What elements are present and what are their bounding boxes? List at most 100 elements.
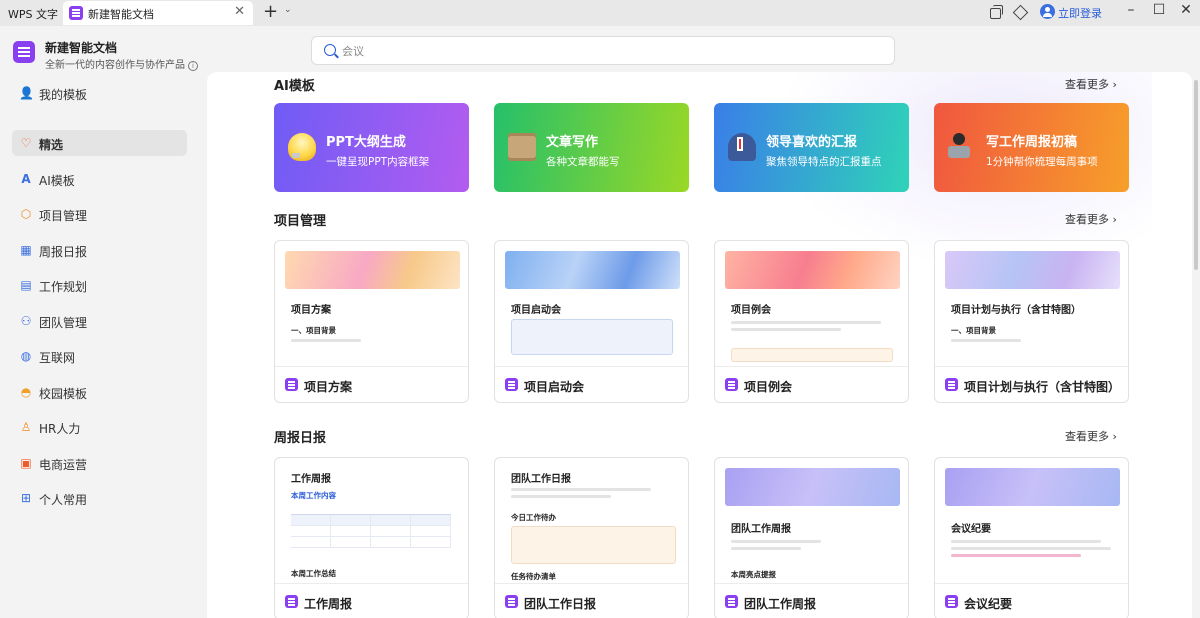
preview-line bbox=[731, 540, 821, 543]
sidebar-item-hr[interactable]: ♙ HR人力 bbox=[12, 414, 187, 440]
template-card-work-weekly[interactable]: 工作周报 本周工作内容 本周工作总结 工作周报 bbox=[274, 457, 469, 618]
tab-label: 新建智能文档 bbox=[88, 8, 154, 21]
preview-line bbox=[951, 554, 1081, 557]
sidebar-item-campus-templates[interactable]: ◓ 校园模板 bbox=[12, 379, 187, 405]
ai-icon: A bbox=[21, 172, 31, 186]
template-card-team-weekly[interactable]: 团队工作周报 本周亮点提报 团队工作周报 bbox=[714, 457, 909, 618]
header: 新建智能文档 全新一代的内容创作与协作产品 i bbox=[0, 26, 1200, 72]
sidebar-item-label: 团队管理 bbox=[39, 316, 88, 330]
preview-title: 工作周报 bbox=[291, 474, 331, 485]
preview-banner-image bbox=[285, 251, 460, 289]
cube-icon[interactable] bbox=[1013, 5, 1027, 19]
template-card-project-gantt[interactable]: 项目计划与执行（含甘特图） 一、项目背景 项目计划与执行（含甘特图） bbox=[934, 240, 1129, 403]
window-copy-icon[interactable] bbox=[988, 5, 1003, 19]
document-icon bbox=[725, 595, 738, 608]
preview-footer-heading: 本周工作总结 bbox=[291, 569, 336, 578]
card-footer: 团队工作日报 bbox=[495, 583, 688, 618]
card-footer: 项目方案 bbox=[275, 366, 468, 402]
preview-line bbox=[511, 488, 651, 491]
main-panel: AI模板 查看更多 › PPT大纲生成 一键呈现PPT内容框架 文章写作 各种文… bbox=[207, 72, 1192, 618]
tab-close-icon[interactable]: ✕ bbox=[234, 4, 245, 19]
card-footer: 会议纪要 bbox=[935, 583, 1128, 618]
card-label: 项目启动会 bbox=[524, 380, 585, 394]
document-icon bbox=[945, 595, 958, 608]
search-input[interactable] bbox=[342, 42, 882, 60]
preview-heading: 本周工作内容 bbox=[291, 491, 336, 500]
sidebar-item-internet[interactable]: ◍ 互联网 bbox=[12, 343, 187, 369]
preview-line bbox=[291, 339, 361, 342]
preview-note-box bbox=[511, 319, 673, 355]
sidebar-item-personal[interactable]: ⊞ 个人常用 bbox=[12, 485, 187, 511]
template-preview: 项目启动会 bbox=[505, 251, 680, 366]
cube-icon: ⬡ bbox=[20, 207, 32, 221]
sidebar-item-ai-templates[interactable]: A AI模板 bbox=[12, 166, 187, 192]
ai-card-leader-report[interactable]: 领导喜欢的汇报 聚焦领导特点的汇报重点 bbox=[714, 103, 909, 192]
ai-card-weekly-draft[interactable]: 写工作周报初稿 1分钟帮你梳理每周事项 bbox=[934, 103, 1129, 192]
preview-note-box bbox=[731, 348, 893, 362]
preview-banner-image bbox=[725, 468, 900, 506]
lightbulb-icon bbox=[288, 133, 316, 161]
scrollbar-thumb[interactable] bbox=[1194, 80, 1198, 270]
template-preview: 工作周报 本周工作内容 本周工作总结 bbox=[285, 468, 460, 583]
preview-title: 项目例会 bbox=[731, 305, 771, 316]
search-icon bbox=[324, 44, 336, 56]
card-label: 会议纪要 bbox=[964, 597, 1013, 611]
card-label: 团队工作周报 bbox=[744, 597, 817, 611]
preview-line bbox=[951, 540, 1101, 543]
chevron-down-icon[interactable]: ⌄ bbox=[284, 5, 292, 15]
template-card-team-daily[interactable]: 团队工作日报 今日工作待办 任务待办清单 团队工作日报 bbox=[494, 457, 689, 618]
maximize-button[interactable]: ☐ bbox=[1149, 2, 1169, 18]
sidebar-item-work-planning[interactable]: ▤ 工作规划 bbox=[12, 272, 187, 298]
see-more-weekly-link[interactable]: 查看更多 › bbox=[1065, 428, 1117, 444]
ai-card-article-writing[interactable]: 文章写作 各种文章都能写 bbox=[494, 103, 689, 192]
sidebar-item-project-management[interactable]: ⬡ 项目管理 bbox=[12, 201, 187, 227]
ai-card-subtitle: 1分钟帮你梳理每周事项 bbox=[986, 156, 1098, 168]
sidebar-item-my-templates[interactable]: 👤 我的模板 bbox=[12, 80, 187, 106]
preview-heading: 一、项目背景 bbox=[291, 326, 336, 335]
card-footer: 项目计划与执行（含甘特图） bbox=[935, 366, 1128, 402]
sidebar-item-label: 精选 bbox=[39, 138, 64, 152]
template-preview: 项目计划与执行（含甘特图） 一、项目背景 bbox=[945, 251, 1120, 366]
see-more-project-link[interactable]: 查看更多 › bbox=[1065, 211, 1117, 227]
person-outline-icon: ♙ bbox=[20, 420, 32, 434]
card-footer: 工作周报 bbox=[275, 583, 468, 618]
sidebar-item-ecommerce[interactable]: ▣ 电商运营 bbox=[12, 450, 187, 476]
card-label: 项目例会 bbox=[744, 380, 793, 394]
preview-title: 项目计划与执行（含甘特图） bbox=[951, 305, 1081, 316]
heart-icon: ♡ bbox=[20, 136, 32, 150]
template-card-project-plan[interactable]: 项目方案 一、项目背景 项目方案 bbox=[274, 240, 469, 403]
user-avatar-icon bbox=[1040, 4, 1055, 19]
template-card-regular-meeting[interactable]: 项目例会 项目例会 bbox=[714, 240, 909, 403]
template-card-meeting-minutes[interactable]: 会议纪要 会议纪要 bbox=[934, 457, 1129, 618]
sidebar-item-team-management[interactable]: ⚇ 团队管理 bbox=[12, 308, 187, 334]
smart-document-logo-icon bbox=[13, 41, 35, 63]
preview-banner-image bbox=[505, 251, 680, 289]
template-preview: 会议纪要 bbox=[945, 468, 1120, 583]
sidebar-item-label: HR人力 bbox=[39, 422, 81, 436]
see-more-ai-link[interactable]: 查看更多 › bbox=[1065, 76, 1117, 92]
minimize-button[interactable]: – bbox=[1121, 2, 1141, 18]
info-icon[interactable]: i bbox=[188, 61, 198, 71]
card-footer: 团队工作周报 bbox=[715, 583, 908, 618]
search-bar[interactable] bbox=[311, 36, 895, 65]
app-label[interactable]: WPS 文字 bbox=[8, 6, 58, 22]
close-window-button[interactable]: ✕ bbox=[1176, 2, 1196, 18]
sidebar-item-featured[interactable]: ♡ 精选 bbox=[12, 130, 187, 156]
calendar-icon: ▦ bbox=[20, 243, 32, 257]
template-card-kickoff-meeting[interactable]: 项目启动会 项目启动会 bbox=[494, 240, 689, 403]
new-tab-button[interactable]: + bbox=[263, 1, 278, 22]
section-title-ai: AI模板 bbox=[274, 79, 315, 94]
ai-card-ppt-outline[interactable]: PPT大纲生成 一键呈现PPT内容框架 bbox=[274, 103, 469, 192]
section-title-weekly: 周报日报 bbox=[274, 431, 327, 446]
template-preview: 团队工作周报 本周亮点提报 bbox=[725, 468, 900, 583]
tab-new-smart-document[interactable]: 新建智能文档 ✕ bbox=[63, 1, 253, 25]
brand-subtitle: 全新一代的内容创作与协作产品 i bbox=[45, 56, 198, 71]
preview-title: 项目方案 bbox=[291, 305, 331, 316]
preview-title: 团队工作周报 bbox=[731, 524, 791, 535]
card-label: 项目方案 bbox=[304, 380, 353, 394]
person-icon: 👤 bbox=[19, 86, 34, 100]
sidebar-item-weekly-daily-report[interactable]: ▦ 周报日报 bbox=[12, 237, 187, 263]
document-icon bbox=[505, 378, 518, 391]
scroll-icon bbox=[508, 133, 536, 161]
document-icon bbox=[505, 595, 518, 608]
